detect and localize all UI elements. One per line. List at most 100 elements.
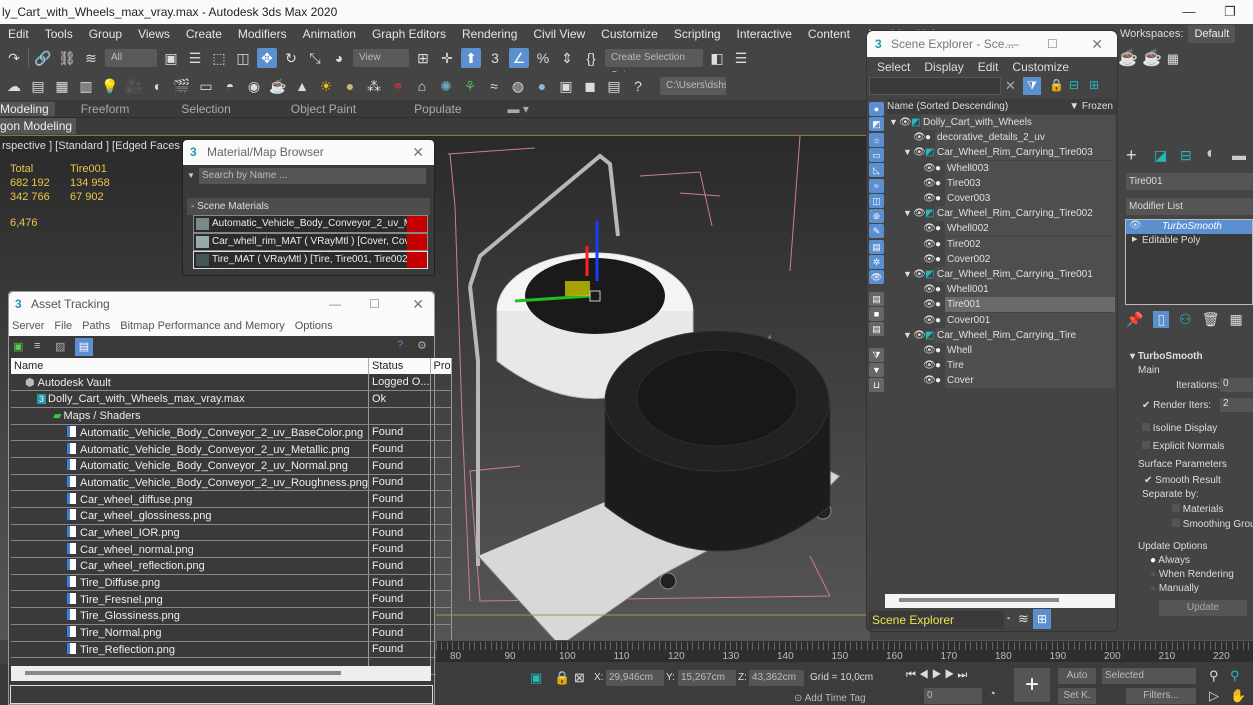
auto-key-button[interactable]: Auto — [1058, 668, 1096, 684]
show-end-result-icon[interactable]: ▯ — [1153, 311, 1170, 328]
zoom-icon[interactable]: ⚲ — [1209, 668, 1219, 684]
menu-create[interactable]: Create — [178, 27, 230, 41]
radio-always[interactable]: ● Always — [1150, 555, 1190, 566]
asset-row[interactable]: Automatic_Vehicle_Body_Conveyor_2_uv_Rou… — [11, 474, 452, 492]
selection-filter-dropdown[interactable]: All — [105, 49, 157, 67]
asset-row[interactable]: Tire_Normal.png Found — [11, 624, 452, 642]
ref-coord-dropdown[interactable]: View — [353, 49, 409, 67]
minimize-button[interactable]: — — [1166, 0, 1212, 24]
close-icon[interactable]: ✕ — [412, 140, 424, 165]
rendered-frame-icon[interactable]: 🎥 — [124, 76, 144, 96]
scene-tree-item[interactable]: 👁 ● Cover — [887, 373, 1115, 389]
bind-space-warp-icon[interactable]: ≋ — [81, 48, 101, 68]
material-search-input[interactable]: Search by Name ... — [199, 168, 426, 184]
containers-filter-icon[interactable]: ▤ — [869, 239, 884, 254]
menu-paths[interactable]: Paths — [82, 320, 110, 332]
select-object-icon[interactable]: ▣ — [161, 48, 181, 68]
menu-customize[interactable]: Customize — [593, 27, 666, 41]
grass-icon[interactable]: ⚘ — [460, 76, 480, 96]
invert-filter-icon[interactable]: ▤ — [869, 322, 884, 337]
space-warps-filter-icon[interactable]: ≈ — [869, 178, 884, 193]
asset-row[interactable]: Automatic_Vehicle_Body_Conveyor_2_uv_Met… — [11, 440, 452, 458]
viewport-label[interactable]: rspective ] [Standard ] [Edged Faces ] — [2, 140, 186, 152]
asset-row[interactable]: Car_wheel_IOR.png Found — [11, 524, 452, 542]
list-view-icon[interactable]: ≡ — [34, 340, 40, 352]
menu-select[interactable]: Select — [877, 60, 910, 74]
scene-tree-item[interactable]: 👁 ● Whell002 — [887, 221, 1115, 237]
menu-views[interactable]: Views — [130, 27, 178, 41]
restore-button[interactable]: ❐ — [1207, 0, 1253, 24]
visibility-eye-icon[interactable]: 👁 — [923, 161, 936, 176]
frozen-visible-filter-icon[interactable]: 👁 — [869, 270, 884, 285]
scene-tree-item[interactable]: ▼ 👁 ◩ Car_Wheel_Rim_Carrying_Tire001 — [887, 267, 1115, 282]
remove-modifier-icon[interactable]: 🗑 — [1202, 311, 1220, 328]
expand-all-icon[interactable]: ⊞ — [1089, 78, 1099, 92]
bones-filter-icon[interactable]: ✎ — [869, 224, 884, 239]
make-unique-icon[interactable]: ⚇ — [1179, 311, 1192, 328]
material-item[interactable]: Car_whell_rim_MAT ( VRayMtl ) [Cover, Co… — [193, 233, 428, 251]
visibility-eye-icon[interactable]: 👁 — [913, 267, 926, 282]
render-production-icon[interactable]: 🎬 — [172, 76, 192, 96]
add-time-tag[interactable]: ⊙ Add Time Tag — [794, 693, 866, 704]
field-of-view-icon[interactable]: ▷ — [1209, 688, 1219, 704]
isoline-checkbox[interactable]: Isoline Display — [1142, 423, 1217, 434]
create-tab-icon[interactable]: + — [1126, 145, 1137, 166]
update-button[interactable]: Update — [1159, 600, 1247, 616]
shader-ball-icon[interactable]: ● — [532, 76, 552, 96]
visibility-eye-icon[interactable]: 👁 — [913, 145, 926, 160]
menu-content[interactable]: Content — [800, 27, 858, 41]
viewport-layout-icon[interactable]: ▦ — [1167, 51, 1179, 66]
column-frozen[interactable]: ▼ Frozen — [1069, 99, 1113, 114]
column-proxy[interactable]: Pro — [430, 358, 452, 374]
hf-icon[interactable]: ≈ — [484, 76, 504, 96]
visibility-eye-icon[interactable]: 👁 — [913, 130, 926, 145]
scene-tree-item[interactable]: 👁 ● Tire003 — [887, 175, 1115, 191]
smoothing-groups-checkbox[interactable]: Smoothing Groups — [1172, 519, 1253, 530]
expand-arrow-icon[interactable]: ▼ — [889, 115, 898, 130]
unlink-icon[interactable]: ⛓ — [57, 48, 77, 68]
menu-edit[interactable]: Edit — [978, 60, 999, 74]
filter-filter-icon[interactable]: ▼ — [869, 362, 884, 377]
column-name-sorted[interactable]: Name (Sorted Descending) — [887, 101, 1008, 112]
menu-tools[interactable]: Tools — [37, 27, 81, 41]
play-icon[interactable]: ▶ — [932, 669, 945, 681]
visibility-eye-icon[interactable]: 👁 — [923, 221, 936, 236]
maximize-icon[interactable]: ☐ — [1047, 31, 1058, 57]
column-name[interactable]: Name — [11, 358, 370, 374]
scene-materials-group[interactable]: - Scene Materials — [187, 198, 430, 215]
close-icon[interactable]: ✕ — [412, 292, 424, 316]
align-icon[interactable]: ☰ — [731, 48, 751, 68]
asset-row[interactable]: Car_wheel_normal.png Found — [11, 540, 452, 559]
pin-stack-icon[interactable]: 📌 — [1126, 311, 1143, 328]
expand-arrow-icon[interactable]: ▼ — [903, 145, 912, 160]
project-path-field[interactable]: C:\Users\dshsd\ — [660, 77, 726, 95]
workspace-dropdown[interactable]: Default — [1188, 25, 1236, 43]
hierarchy-icon[interactable]: ⊟ — [1069, 78, 1079, 92]
menu-server[interactable]: Server — [12, 320, 44, 332]
asset-row[interactable]: ⬢ Autodesk Vault Logged O... — [11, 374, 452, 392]
material-item-selected[interactable]: Tire_MAT ( VRayMtl ) [Tire, Tire001, Tir… — [193, 251, 428, 269]
expand-arrow-icon[interactable]: ▼ — [903, 206, 912, 221]
shapes-filter-icon[interactable]: ◩ — [869, 117, 884, 132]
scene-tree-item[interactable]: 👁 ● Tire001 — [887, 297, 1115, 313]
time-config-icon[interactable]: ◔ — [989, 688, 996, 700]
expand-arrow-icon[interactable]: ▶ — [1132, 235, 1137, 243]
refresh-icon[interactable]: ▣ — [13, 340, 23, 353]
visibility-eye-icon[interactable]: 👁 — [913, 206, 926, 221]
x-coordinate-field[interactable]: 29,946cm — [606, 670, 664, 686]
iterations-spinner[interactable]: 0 — [1220, 378, 1253, 392]
clear-search-icon[interactable]: ✕ — [1005, 78, 1016, 94]
redo-icon[interactable]: ↷ — [4, 48, 24, 68]
pan-icon[interactable]: ✋ — [1230, 688, 1246, 704]
scene-tree-item[interactable]: 👁 ● decorative_details_2_uv — [887, 130, 1115, 146]
scale-icon[interactable]: ⤡ — [305, 48, 325, 68]
scrollbar-thumb[interactable] — [25, 671, 341, 675]
cloud-icon[interactable]: ☁ — [4, 76, 24, 96]
go-to-end-icon[interactable]: ⏭ — [957, 669, 970, 681]
percent-snap-icon[interactable]: % — [533, 48, 553, 68]
window-crossing-icon[interactable]: ◫ — [233, 48, 253, 68]
asset-row[interactable]: Tire_Glossiness.png Found — [11, 607, 452, 625]
scene-tree-item[interactable]: 👁 ● Cover003 — [887, 191, 1115, 206]
scene-tree-item[interactable]: 👁 ● Whell003 — [887, 160, 1115, 176]
y-coordinate-field[interactable]: 15,267cm — [678, 670, 736, 686]
